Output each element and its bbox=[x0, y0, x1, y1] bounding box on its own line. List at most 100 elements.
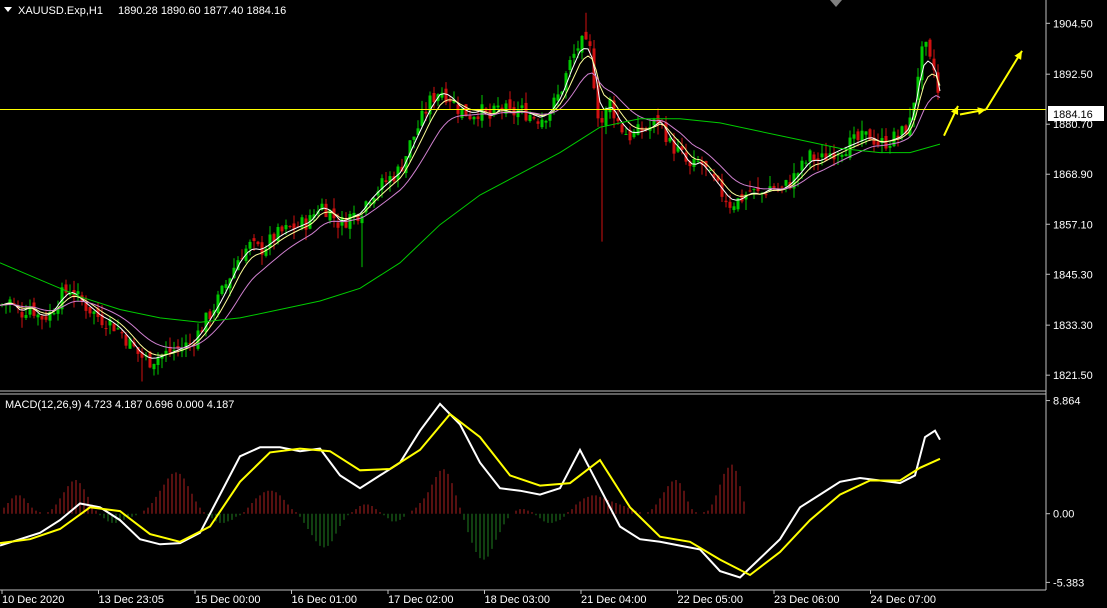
candle-body bbox=[804, 162, 808, 164]
candle-body bbox=[104, 328, 108, 330]
candle-body bbox=[624, 133, 628, 135]
candle-body bbox=[864, 131, 868, 135]
candle-body bbox=[888, 145, 892, 148]
candle-body bbox=[424, 111, 428, 114]
price-tick-label: 1857.10 bbox=[1053, 219, 1093, 231]
macd-tick-label: -5.383 bbox=[1053, 577, 1084, 589]
candle-body bbox=[732, 206, 736, 211]
candle-body bbox=[588, 41, 592, 47]
candle-body bbox=[532, 117, 536, 119]
ohlc-values: 1890.28 1890.60 1877.40 1884.16 bbox=[118, 5, 286, 17]
candle-body bbox=[156, 357, 160, 365]
macd-tick-label: 0.00 bbox=[1053, 509, 1074, 521]
candle-body bbox=[600, 118, 604, 123]
price-tick-label: 1880.70 bbox=[1053, 119, 1093, 131]
candle-body bbox=[420, 110, 424, 126]
candle-body bbox=[520, 105, 524, 108]
candle-body bbox=[324, 203, 328, 218]
candle-body bbox=[852, 134, 856, 139]
candle-body bbox=[536, 121, 540, 124]
price-tick-label: 1845.30 bbox=[1053, 269, 1093, 281]
candle-body bbox=[256, 241, 260, 245]
candle-body bbox=[808, 150, 812, 162]
time-tick-label: 13 Dec 23:05 bbox=[99, 594, 164, 606]
candle-body bbox=[748, 190, 752, 192]
price-tick-label: 1892.50 bbox=[1053, 69, 1093, 81]
candle-body bbox=[224, 284, 228, 288]
candle-body bbox=[152, 363, 156, 370]
candle-body bbox=[268, 234, 272, 248]
candle-body bbox=[900, 126, 904, 136]
candle-body bbox=[620, 124, 624, 133]
candle-body bbox=[604, 107, 608, 126]
candle-body bbox=[568, 59, 572, 70]
candle-body bbox=[288, 226, 292, 228]
candle-body bbox=[432, 92, 436, 103]
candle-body bbox=[924, 41, 928, 47]
candle-body bbox=[544, 120, 548, 123]
candle-body bbox=[88, 307, 92, 314]
candle-body bbox=[764, 194, 768, 196]
candle-body bbox=[840, 154, 844, 157]
candle-body bbox=[540, 119, 544, 128]
time-tick-label: 23 Dec 06:00 bbox=[774, 594, 839, 606]
candle-body bbox=[216, 294, 220, 313]
time-tick-label: 21 Dec 04:00 bbox=[581, 594, 646, 606]
candle-body bbox=[528, 114, 532, 122]
candle-body bbox=[752, 188, 756, 190]
candle-body bbox=[780, 186, 784, 188]
candle-body bbox=[248, 241, 252, 249]
candle-body bbox=[36, 314, 40, 318]
time-tick-label: 15 Dec 00:00 bbox=[195, 594, 260, 606]
candle-body bbox=[124, 334, 128, 346]
candle-body bbox=[252, 238, 256, 242]
candle-body bbox=[608, 98, 612, 113]
candle-body bbox=[636, 124, 640, 135]
candle-body bbox=[120, 332, 124, 334]
macd-tick-label: 8.864 bbox=[1053, 396, 1081, 408]
macd-label: MACD(12,26,9) 4.723 4.187 0.696 0.000 4.… bbox=[5, 399, 234, 411]
candle-body bbox=[508, 99, 512, 109]
candle-body bbox=[512, 107, 516, 116]
candle-body bbox=[412, 136, 416, 140]
candle-body bbox=[40, 315, 44, 320]
candle-body bbox=[176, 346, 180, 348]
candle-body bbox=[476, 116, 480, 120]
price-tick-label: 1868.90 bbox=[1053, 169, 1093, 181]
candle-body bbox=[652, 118, 656, 126]
candle-body bbox=[148, 351, 152, 368]
time-tick-label: 18 Dec 03:00 bbox=[485, 594, 550, 606]
candle-body bbox=[116, 328, 120, 330]
candle-body bbox=[576, 48, 580, 51]
candle-body bbox=[876, 141, 880, 145]
candle-body bbox=[668, 137, 672, 142]
candle-body bbox=[800, 160, 804, 171]
candle-body bbox=[856, 131, 860, 141]
candle-body bbox=[280, 226, 284, 232]
candle-body bbox=[76, 291, 80, 295]
candle-body bbox=[584, 31, 588, 40]
candle-body bbox=[728, 201, 732, 208]
candle-body bbox=[784, 180, 788, 186]
trading-chart[interactable]: XAUUSD.Exp,H1 1890.28 1890.60 1877.40 18… bbox=[0, 0, 1107, 608]
candle-body bbox=[284, 225, 288, 230]
candle-body bbox=[496, 105, 500, 108]
candle-body bbox=[696, 160, 700, 162]
candle-body bbox=[20, 312, 24, 318]
candle-body bbox=[92, 311, 96, 314]
time-tick-label: 17 Dec 02:00 bbox=[388, 594, 453, 606]
candle-body bbox=[196, 330, 200, 349]
candle-body bbox=[860, 130, 864, 141]
candle-body bbox=[820, 153, 824, 158]
candle-body bbox=[44, 316, 48, 320]
price-tick-label: 1821.50 bbox=[1053, 370, 1093, 382]
candle-body bbox=[24, 315, 28, 318]
candle-body bbox=[204, 312, 208, 333]
candle-body bbox=[556, 94, 560, 101]
candle-body bbox=[52, 313, 56, 315]
candle-body bbox=[384, 180, 388, 183]
symbol-label: XAUUSD.Exp,H1 bbox=[18, 5, 103, 17]
time-tick-label: 22 Dec 05:00 bbox=[678, 594, 743, 606]
candle-body bbox=[572, 53, 576, 58]
candle-body bbox=[724, 200, 728, 203]
